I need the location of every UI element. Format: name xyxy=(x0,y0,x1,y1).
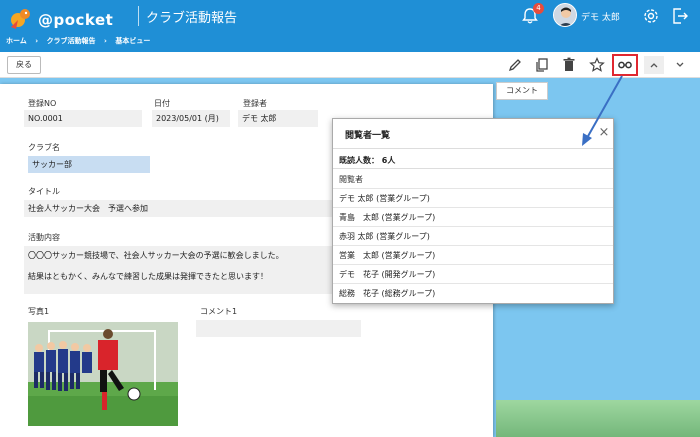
content-line: 結果はともかく、みんなで練習した成果は発揮できたと思います！ xyxy=(28,272,268,281)
breadcrumb-separator: › xyxy=(104,37,107,45)
copy-icon[interactable] xyxy=(533,56,551,74)
delete-icon[interactable] xyxy=(560,56,578,74)
chevron-down-icon xyxy=(676,62,684,67)
record-toolbar: 戻る xyxy=(0,52,700,78)
soccer-photo[interactable] xyxy=(28,322,178,426)
background-decoration xyxy=(496,400,700,437)
title-label: タイトル xyxy=(28,187,60,196)
app-header: @pocket クラブ活動報告 ホーム › クラブ活動報告 › 基本ビュー 4 … xyxy=(0,0,700,52)
header-divider xyxy=(138,6,139,26)
tab-comment[interactable]: コメント xyxy=(496,82,548,100)
date-value: 2023/05/01 (月) xyxy=(152,110,230,127)
soccer-photo-image xyxy=(28,322,178,426)
viewer-row: デモ 太郎 (営業グループ) xyxy=(333,188,613,207)
comment-value xyxy=(196,320,361,337)
read-count: 既読人数： 6人 xyxy=(339,156,396,165)
title-value: 社会人サッカー大会 予選へ参加 xyxy=(24,200,361,217)
dialog-title: 閲覧者一覧 xyxy=(345,131,391,141)
app-logo[interactable]: @pocket xyxy=(8,5,128,33)
breadcrumb-home[interactable]: ホーム xyxy=(6,37,27,45)
viewer-row: 総務 花子 (総務グループ) xyxy=(333,283,613,302)
comment-label: コメント1 xyxy=(200,307,238,316)
club-value: サッカー部 xyxy=(28,156,150,173)
breadcrumb-separator: › xyxy=(35,37,39,45)
registrant-value: デモ 太郎 xyxy=(238,110,318,127)
viewer-row: デモ 花子 (開発グループ) xyxy=(333,264,613,283)
app-title: クラブ活動報告 xyxy=(146,11,238,26)
photo-label: 写真1 xyxy=(28,307,50,316)
user-name[interactable]: デモ 太郎 xyxy=(581,10,620,23)
viewers-column-header: 閲覧者 xyxy=(339,175,363,184)
close-icon[interactable]: × xyxy=(597,126,611,140)
reg-no-label: 登録NO xyxy=(28,99,57,108)
viewers-dialog: 閲覧者一覧 × 既読人数： 6人 閲覧者 デモ 太郎 (営業グループ) 青島 太… xyxy=(332,118,614,304)
expand-button[interactable] xyxy=(670,56,690,74)
breadcrumb: ホーム › クラブ活動報告 › 基本ビュー xyxy=(6,36,156,46)
dialog-header: 閲覧者一覧 × xyxy=(333,119,613,149)
notification-badge: 4 xyxy=(533,3,544,14)
user-photo-icon xyxy=(554,4,576,26)
viewer-row: 営業 太郎 (営業グループ) xyxy=(333,245,613,264)
viewers-icon xyxy=(618,61,632,69)
logout-icon[interactable] xyxy=(670,6,690,26)
breadcrumb-app[interactable]: クラブ活動報告 xyxy=(47,37,96,45)
reg-no-value: NO.0001 xyxy=(24,110,142,127)
logo-mark-icon xyxy=(11,9,30,29)
registrant-label: 登録者 xyxy=(243,99,267,108)
edit-icon[interactable] xyxy=(506,56,524,74)
logo-text: @pocket xyxy=(38,11,114,29)
date-label: 日付 xyxy=(154,99,170,108)
divider xyxy=(333,168,613,169)
avatar[interactable] xyxy=(553,3,577,27)
breadcrumb-view: 基本ビュー xyxy=(115,37,151,45)
collapse-button[interactable] xyxy=(644,56,664,74)
content-value: 〇〇〇サッカー競技場で、社会人サッカー大会の予選に歓会しました。 結果はともかく… xyxy=(24,246,361,294)
gear-icon[interactable] xyxy=(641,6,661,26)
star-icon[interactable] xyxy=(588,56,606,74)
viewers-button[interactable] xyxy=(612,54,638,76)
viewer-row: 青島 太郎 (営業グループ) xyxy=(333,207,613,226)
chevron-up-icon xyxy=(650,63,658,68)
content-line: 〇〇〇サッカー競技場で、社会人サッカー大会の予選に歓会しました。 xyxy=(28,251,284,260)
back-button[interactable]: 戻る xyxy=(7,56,41,74)
club-label: クラブ名 xyxy=(28,143,60,152)
content-label: 活動内容 xyxy=(28,233,60,242)
viewer-row: 赤羽 太郎 (営業グループ) xyxy=(333,226,613,245)
